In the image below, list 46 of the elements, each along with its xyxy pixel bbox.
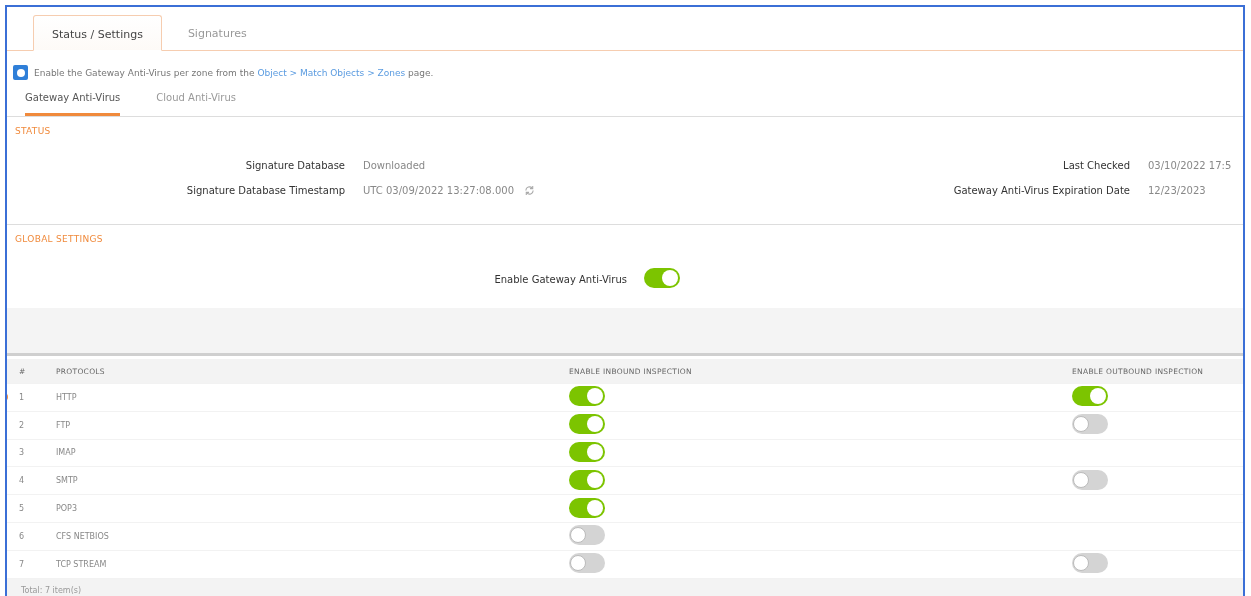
field-label: Signature Database	[245, 160, 345, 171]
table-cell: 3	[19, 448, 25, 458]
toggle-switch[interactable]	[569, 469, 605, 490]
item-count: Total: 7 item(s)	[21, 585, 82, 595]
field-label: Gateway Anti-Virus Expiration Date	[953, 185, 1130, 196]
toggle-switch[interactable]	[569, 414, 605, 435]
table-cell: IMAP	[56, 448, 76, 458]
table-cell: CFS NETBIOS	[56, 531, 109, 541]
toggle-switch[interactable]	[1072, 553, 1108, 574]
table-cell: 6	[19, 531, 25, 541]
table-cell: 4	[19, 476, 25, 486]
toggle-switch[interactable]	[569, 525, 605, 546]
field-label: Enable Gateway Anti-Virus	[494, 273, 627, 285]
tab[interactable]: Status / Settings	[33, 15, 162, 51]
table-cell: 7	[19, 559, 25, 569]
table-cell: HTTP	[56, 392, 77, 402]
table-cell: 5	[19, 504, 25, 514]
table-cell: TCP STREAM	[56, 559, 107, 569]
info-text: Enable the Gateway Anti-Virus per zone from the Object > Match Objects > Zones page.	[34, 67, 434, 78]
toggle-switch[interactable]	[569, 442, 605, 462]
field-value: Downloaded	[363, 160, 426, 171]
field-value: 12/23/2023	[1148, 185, 1206, 196]
tab[interactable]: Cloud Anti-Virus	[156, 92, 236, 116]
info-icon	[13, 65, 28, 80]
section-title: STATUS	[15, 126, 51, 136]
toggle-switch[interactable]	[1072, 469, 1108, 490]
toggle-switch[interactable]	[644, 268, 680, 288]
tab[interactable]: Signatures	[169, 15, 265, 51]
field-label: Last Checked	[1063, 160, 1130, 171]
field-label: Signature Database Timestamp	[186, 185, 345, 196]
field-value: 03/10/2022 17:5	[1148, 160, 1232, 171]
toggle-switch[interactable]	[1072, 386, 1108, 407]
table-cell: POP3	[56, 504, 78, 514]
table-cell: 2	[19, 420, 25, 430]
toggle-switch[interactable]	[569, 386, 605, 407]
zones-link[interactable]: Object > Match Objects > Zones	[257, 67, 406, 78]
tab[interactable]: Gateway Anti-Virus	[25, 92, 121, 116]
field-value: UTC 03/09/2022 13:27:08.000	[363, 185, 514, 196]
refresh-icon[interactable]	[524, 185, 535, 196]
toggle-switch[interactable]	[569, 553, 605, 574]
table-cell: SMTP	[56, 476, 78, 486]
toggle-switch[interactable]	[569, 497, 605, 518]
table-cell: FTP	[56, 420, 71, 430]
section-title: GLOBAL SETTINGS	[15, 234, 103, 244]
toggle-switch[interactable]	[1072, 414, 1108, 435]
table-cell: 1	[19, 392, 25, 402]
